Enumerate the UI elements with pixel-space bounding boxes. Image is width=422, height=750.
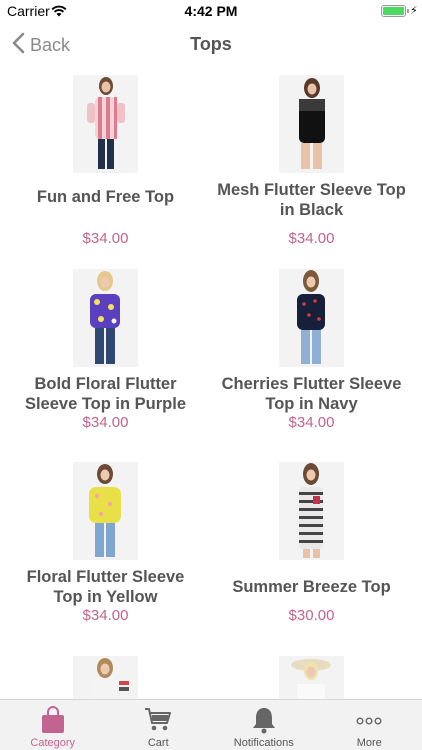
product-image xyxy=(279,75,344,173)
tab-more[interactable]: More xyxy=(317,700,422,750)
battery-cap xyxy=(407,9,409,13)
product-name: Mesh Flutter Sleeve Top in Black xyxy=(217,181,406,219)
tab-bar: Category Cart Notifications More xyxy=(0,699,422,750)
product-image xyxy=(73,269,138,367)
product-name: Cherries Flutter Sleeve Top in Navy xyxy=(221,375,402,413)
product-price: $34.00 xyxy=(82,230,129,247)
status-bar: Carrier 4:42 PM ⚡ xyxy=(0,0,422,22)
product-name: Floral Flutter Sleeve Top in Yellow xyxy=(26,568,185,606)
clock: 4:42 PM xyxy=(184,3,238,19)
product-name: Summer Breeze Top xyxy=(232,578,391,596)
tab-category[interactable]: Category xyxy=(0,700,106,750)
product-image xyxy=(73,75,138,173)
tab-label: Cart xyxy=(147,737,169,749)
tab-cart[interactable]: Cart xyxy=(106,700,212,750)
bell-icon xyxy=(252,706,276,739)
charging-bolt-icon: ⚡ xyxy=(410,5,418,17)
product-name: Bold Floral Flutter Sleeve Top in Purple xyxy=(24,375,187,413)
tab-label: Notifications xyxy=(233,737,294,749)
product-image xyxy=(279,656,344,699)
product-grid[interactable]: Fun and Free Top $34.00 Mesh Flutter Sle… xyxy=(0,66,422,699)
product-image xyxy=(73,656,138,699)
navigation-bar: Back Tops xyxy=(0,22,422,66)
battery-icon xyxy=(381,5,406,17)
tab-notifications[interactable]: Notifications xyxy=(211,700,317,750)
product-price: $34.00 xyxy=(288,414,335,431)
more-dots-icon xyxy=(356,712,382,730)
product-price: $30.00 xyxy=(288,607,335,624)
cart-icon xyxy=(144,706,172,737)
product-image xyxy=(73,462,138,560)
tab-label: Category xyxy=(30,737,76,749)
product-price: $34.00 xyxy=(288,230,335,247)
shopping-bag-icon xyxy=(40,706,66,739)
product-price: $34.00 xyxy=(82,607,129,624)
product-image xyxy=(279,462,344,560)
page-title: Tops xyxy=(190,34,232,54)
tab-label: More xyxy=(356,737,382,749)
product-image xyxy=(279,269,344,367)
product-name: Fun and Free Top xyxy=(36,188,175,206)
product-price: $34.00 xyxy=(82,414,129,431)
